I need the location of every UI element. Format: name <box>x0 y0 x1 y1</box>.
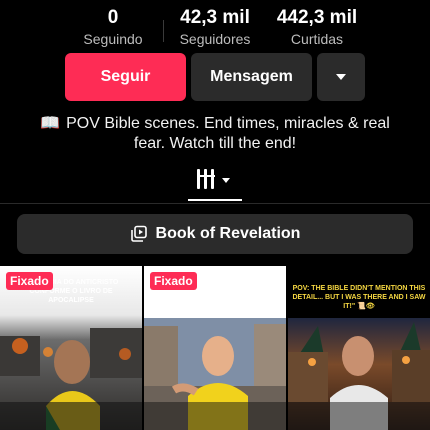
pinned-badge: Fixado <box>150 272 197 290</box>
videos-grid-icon[interactable] <box>197 169 219 191</box>
pinned-badge: Fixado <box>6 272 53 290</box>
message-button[interactable]: Mensagem <box>191 53 312 101</box>
profile-stats: 0 Seguindo 42,3 mil Seguidores 442,3 mil… <box>0 6 430 50</box>
active-tab-indicator <box>188 199 242 201</box>
caret-down-icon <box>336 74 346 80</box>
likes-label: Curtidas <box>290 31 344 47</box>
book-icon: 📖 <box>40 115 61 132</box>
playlist-icon <box>130 225 147 242</box>
video-tile[interactable]: Fixado POV: O DIA DO ARREBATAMENTO E A V… <box>144 266 286 430</box>
video-grid: Fixado POV: O DIA DO ANTICRISTO CONFORME… <box>0 266 430 430</box>
stat-followers[interactable]: 42,3 mil Seguidores <box>160 6 270 48</box>
tab-divider <box>0 203 430 204</box>
more-options-button[interactable] <box>317 53 365 101</box>
playlist-button[interactable]: Book of Revelation <box>17 214 413 254</box>
video-caption: POV: THE BIBLE DIDN'T MENTION THIS DETAI… <box>292 285 426 310</box>
video-caption: POV: O DIA DO ARREBATAMENTO E A VOLTA DE… <box>150 297 280 313</box>
follow-button[interactable]: Seguir <box>65 53 186 101</box>
content-tabs <box>0 165 430 205</box>
profile-bio: 📖 POV Bible scenes. End times, miracles &… <box>40 114 390 154</box>
likes-count: 442,3 mil <box>276 7 358 28</box>
video-tile[interactable]: POV: THE BIBLE DIDN'T MENTION THIS DETAI… <box>288 266 430 430</box>
video-thumbnail <box>144 266 286 430</box>
video-tile[interactable]: Fixado POV: O DIA DO ANTICRISTO CONFORME… <box>0 266 142 430</box>
following-count: 0 <box>107 7 119 28</box>
tab-dropdown-icon[interactable] <box>222 178 230 183</box>
followers-count: 42,3 mil <box>180 7 250 28</box>
stat-likes: 442,3 mil Curtidas <box>262 6 372 48</box>
playlist-label: Book of Revelation <box>155 225 301 242</box>
followers-label: Seguidores <box>179 31 251 47</box>
profile-actions: Seguir Mensagem <box>0 53 430 101</box>
following-label: Seguindo <box>83 31 143 47</box>
bio-text: POV Bible scenes. End times, miracles & … <box>66 115 390 152</box>
stat-following[interactable]: 0 Seguindo <box>58 6 168 48</box>
